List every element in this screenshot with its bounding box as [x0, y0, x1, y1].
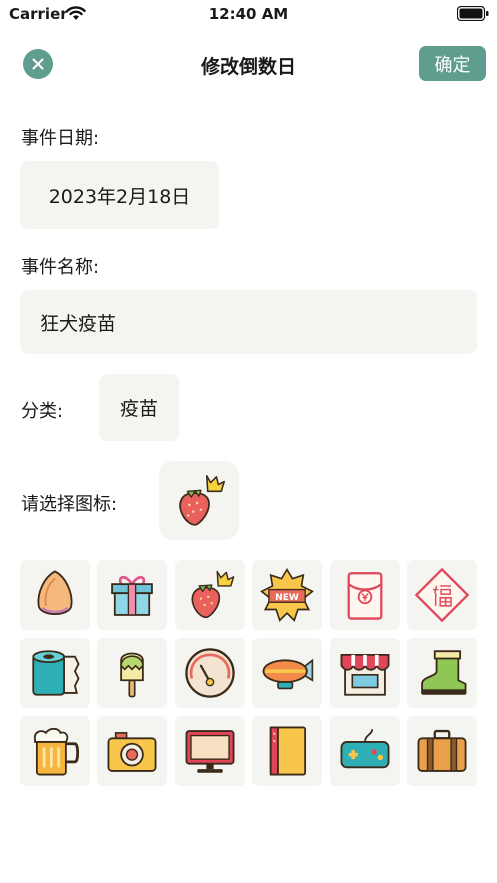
category-value: 疫苗: [119, 398, 158, 420]
icon-label: 请选择图标:: [21, 494, 118, 515]
icon-option-camera[interactable]: [97, 716, 168, 786]
name-input[interactable]: 狂犬疫苗: [20, 290, 477, 354]
icon-option-fu-card[interactable]: [406, 560, 477, 630]
icon-option-toilet-paper[interactable]: [20, 638, 90, 708]
strawberry-crown-icon: [191, 570, 235, 618]
gauge-icon: [185, 648, 235, 698]
battery-icon: [457, 6, 489, 21]
toilet-paper-icon: [32, 650, 80, 696]
airship-icon: [262, 658, 314, 690]
strawberry-crown-icon: [179, 474, 225, 526]
svg-text:NEW: NEW: [275, 593, 299, 603]
icon-option-gauge[interactable]: [174, 638, 245, 708]
icon-option-popsicle[interactable]: [97, 638, 168, 708]
icon-option-suitcase[interactable]: [406, 716, 477, 786]
icon-option-strawberry[interactable]: [174, 560, 245, 630]
boot-icon: [421, 650, 467, 695]
new-badge-icon: NEW: [260, 568, 315, 622]
monitor-icon: [185, 730, 235, 773]
shop-icon: [340, 653, 390, 696]
icon-option-monitor[interactable]: [174, 716, 245, 786]
icon-option-shop[interactable]: [329, 638, 400, 708]
icon-option-new-badge[interactable]: NEW: [252, 560, 323, 630]
name-value: 狂犬疫苗: [40, 312, 117, 335]
confirm-button[interactable]: 确定: [419, 46, 486, 81]
selected-icon-preview[interactable]: [159, 461, 239, 540]
gamepad-icon: [340, 729, 390, 769]
icon-option-airship[interactable]: [252, 638, 323, 708]
icon-option-beer[interactable]: [20, 716, 90, 786]
date-label: 事件日期:: [21, 128, 100, 149]
navigation-bar: 修改倒数日 确定: [0, 44, 497, 84]
date-field[interactable]: 2023年2月18日: [20, 161, 219, 229]
fu-card-icon: [414, 567, 470, 623]
status-bar: Carrier 12:40 AM: [0, 0, 497, 30]
category-label: 分类:: [21, 401, 64, 422]
gift-box-icon: [111, 575, 154, 616]
red-envelope-icon: [347, 572, 383, 620]
icon-option-boot[interactable]: [406, 638, 477, 708]
beer-mug-icon: [33, 727, 80, 776]
date-value: 2023年2月18日: [48, 185, 191, 208]
icon-grid: NEW: [20, 560, 477, 786]
category-selector[interactable]: 疫苗: [99, 374, 179, 441]
popsicle-icon: [120, 652, 145, 698]
icon-option-gamepad[interactable]: [329, 716, 400, 786]
camera-icon: [107, 732, 157, 772]
almond-icon: [37, 570, 73, 615]
status-time: 12:40 AM: [208, 5, 289, 23]
icon-option-almond[interactable]: [20, 560, 90, 630]
book-icon: [269, 726, 307, 776]
name-label: 事件名称:: [21, 257, 100, 278]
suitcase-icon: [417, 729, 467, 772]
icon-option-red-envelope[interactable]: [329, 560, 400, 630]
icon-option-gift[interactable]: [97, 560, 168, 630]
icon-option-book[interactable]: [252, 716, 323, 786]
